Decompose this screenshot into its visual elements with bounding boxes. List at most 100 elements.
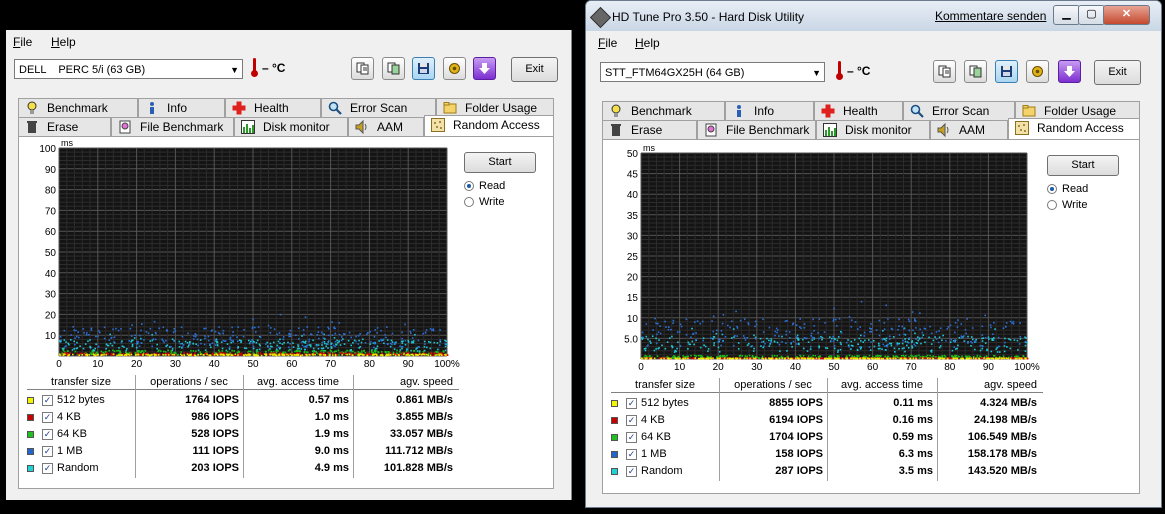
data-point bbox=[417, 339, 420, 342]
data-point bbox=[68, 343, 70, 346]
tab-aam[interactable]: AAM bbox=[348, 117, 424, 136]
start-button[interactable]: Start bbox=[1047, 155, 1119, 176]
series-checkbox[interactable]: ✓ bbox=[626, 432, 637, 443]
save-button[interactable] bbox=[995, 60, 1018, 83]
data-point bbox=[357, 351, 360, 353]
exit-button[interactable]: Exit bbox=[1094, 60, 1141, 85]
write-radio[interactable]: Write bbox=[1047, 199, 1087, 211]
tab-disk-monitor[interactable]: Disk monitor bbox=[234, 117, 348, 136]
exit-button[interactable]: Exit bbox=[511, 57, 558, 82]
data-point bbox=[790, 357, 792, 360]
data-point bbox=[870, 331, 873, 333]
data-point bbox=[118, 347, 120, 349]
data-point bbox=[192, 350, 195, 352]
data-point bbox=[324, 342, 326, 345]
menu-file[interactable]: File bbox=[13, 35, 32, 49]
read-radio[interactable]: Read bbox=[1047, 183, 1088, 195]
data-point bbox=[1006, 357, 1008, 360]
tab-health[interactable]: Health bbox=[814, 101, 903, 120]
save-button[interactable] bbox=[412, 57, 435, 80]
data-point bbox=[400, 353, 403, 356]
data-point bbox=[155, 332, 157, 335]
tab-error-scan[interactable]: Error Scan bbox=[903, 101, 1015, 120]
tab-benchmark[interactable]: Benchmark bbox=[602, 101, 725, 120]
data-point bbox=[89, 347, 92, 349]
data-point bbox=[695, 339, 697, 341]
feedback-link[interactable]: Kommentare senden bbox=[935, 9, 1046, 23]
data-point bbox=[832, 340, 835, 342]
tab-file-benchmark[interactable]: File Benchmark bbox=[111, 117, 234, 136]
data-point bbox=[204, 349, 207, 351]
radio-dot bbox=[464, 181, 474, 191]
tab-random-access[interactable]: Random Access bbox=[424, 115, 554, 136]
data-point bbox=[846, 355, 848, 358]
options-button[interactable] bbox=[443, 57, 466, 80]
tab-health[interactable]: Health bbox=[225, 98, 321, 117]
operations-cell: 1704 IOPS bbox=[769, 431, 823, 443]
data-point bbox=[884, 355, 887, 358]
data-point bbox=[841, 357, 844, 360]
copy-screenshot-button[interactable] bbox=[964, 60, 987, 83]
data-point bbox=[163, 341, 165, 344]
series-checkbox[interactable]: ✓ bbox=[626, 449, 637, 460]
series-checkbox[interactable]: ✓ bbox=[42, 395, 53, 406]
data-point bbox=[193, 353, 196, 355]
menu-file[interactable]: File bbox=[598, 36, 617, 50]
tab-disk-monitor[interactable]: Disk monitor bbox=[816, 120, 930, 139]
series-checkbox[interactable]: ✓ bbox=[42, 463, 53, 474]
data-point bbox=[700, 357, 703, 360]
write-radio[interactable]: Write bbox=[464, 196, 504, 208]
series-checkbox[interactable]: ✓ bbox=[626, 398, 637, 409]
copy-text-button[interactable] bbox=[351, 57, 374, 80]
drive-select[interactable]: DELL PERC 5/i (63 GB) ▼ bbox=[14, 59, 243, 79]
data-point bbox=[376, 332, 378, 334]
download-button[interactable] bbox=[473, 57, 496, 80]
series-checkbox[interactable]: ✓ bbox=[626, 466, 637, 477]
series-checkbox[interactable]: ✓ bbox=[42, 446, 53, 457]
data-point bbox=[935, 331, 938, 333]
copy-screenshot-button[interactable] bbox=[382, 57, 405, 80]
maximize-button[interactable]: ▢ bbox=[1078, 5, 1105, 25]
chevron-down-icon: ▼ bbox=[812, 68, 821, 78]
series-checkbox[interactable]: ✓ bbox=[42, 412, 53, 423]
series-checkbox[interactable]: ✓ bbox=[626, 415, 637, 426]
x-tick-label: 60 bbox=[286, 359, 298, 369]
data-point bbox=[838, 355, 840, 358]
data-point bbox=[755, 323, 758, 326]
drive-select[interactable]: STT_FTM64GX25H (64 GB) ▼ bbox=[600, 62, 825, 82]
start-button[interactable]: Start bbox=[464, 152, 536, 173]
data-point bbox=[695, 332, 697, 334]
thermometer-icon bbox=[836, 61, 843, 80]
close-button[interactable]: ✕ bbox=[1103, 5, 1150, 25]
data-point bbox=[271, 345, 273, 348]
tab-info[interactable]: Info bbox=[725, 101, 814, 120]
series-checkbox[interactable]: ✓ bbox=[42, 429, 53, 440]
data-point bbox=[870, 328, 872, 330]
options-button[interactable] bbox=[1026, 60, 1049, 83]
tab-aam[interactable]: AAM bbox=[930, 120, 1008, 139]
x-tick-label: 20 bbox=[131, 359, 143, 369]
data-point bbox=[954, 354, 956, 357]
tab-erase[interactable]: Erase bbox=[18, 117, 111, 136]
data-point bbox=[862, 341, 864, 343]
menu-help[interactable]: Help bbox=[635, 36, 660, 50]
data-point bbox=[722, 314, 725, 316]
data-point bbox=[881, 339, 884, 341]
minimize-button[interactable]: ▁ bbox=[1053, 5, 1080, 25]
tab-error-scan[interactable]: Error Scan bbox=[321, 98, 436, 117]
data-point bbox=[292, 346, 295, 348]
tab-file-benchmark[interactable]: File Benchmark bbox=[697, 120, 816, 139]
menu-help[interactable]: Help bbox=[51, 35, 76, 49]
download-button[interactable] bbox=[1058, 60, 1081, 83]
tab-info[interactable]: Info bbox=[138, 98, 225, 117]
copy-text-button[interactable] bbox=[933, 60, 956, 83]
tab-erase[interactable]: Erase bbox=[602, 120, 697, 139]
data-point bbox=[747, 322, 749, 324]
data-point bbox=[1012, 322, 1015, 325]
tab-benchmark[interactable]: Benchmark bbox=[18, 98, 138, 117]
tab-random-access[interactable]: Random Access bbox=[1008, 118, 1140, 139]
data-point bbox=[774, 330, 776, 333]
read-radio[interactable]: Read bbox=[464, 180, 505, 192]
data-point bbox=[97, 335, 99, 338]
data-point bbox=[295, 349, 298, 352]
